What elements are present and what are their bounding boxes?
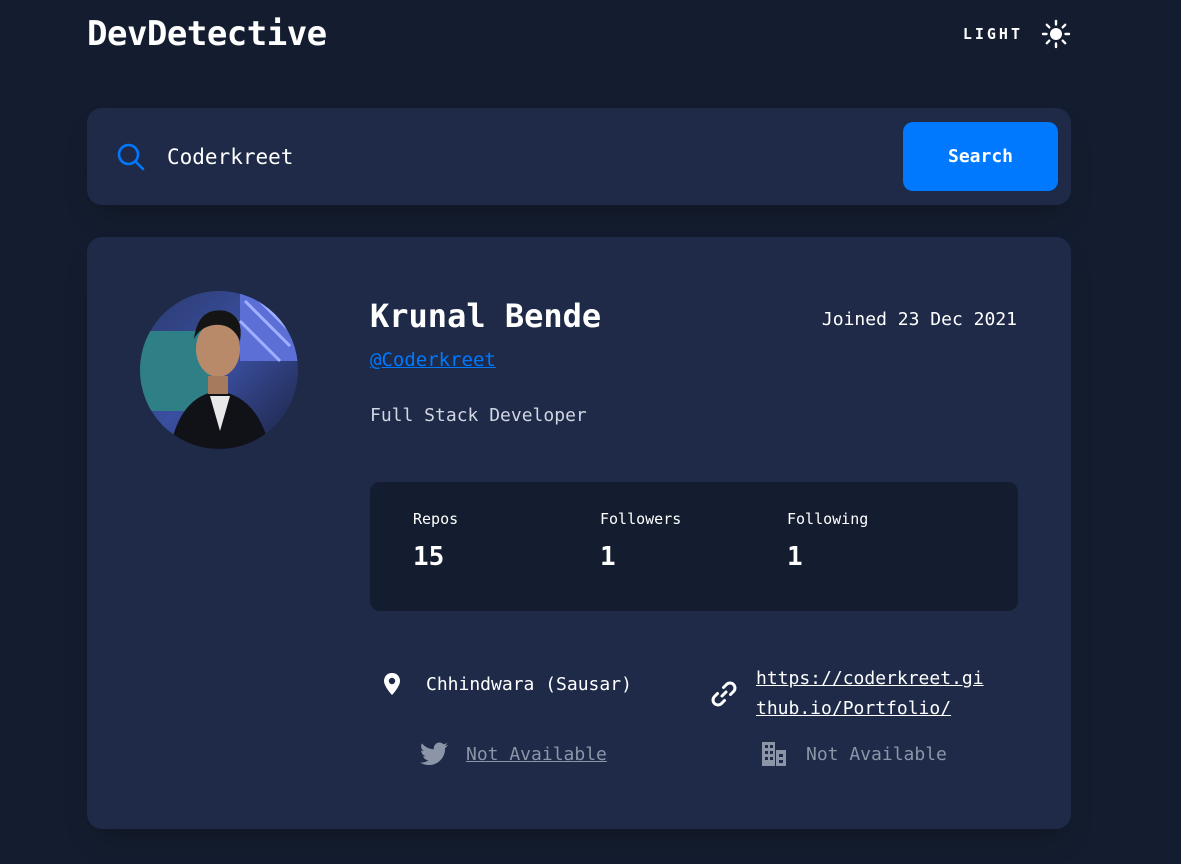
website-link-line-1[interactable]: https://coderkreet.gi [756,664,984,694]
search-icon [117,143,145,171]
twitter-text: Not Available [466,743,607,765]
profile-name: Krunal Bende [370,297,602,335]
theme-toggle-label: LIGHT [962,25,1023,43]
company-item: Not Available [760,740,947,768]
website-item[interactable]: https://coderkreet.gi thub.io/Portfolio/ [710,664,984,724]
location-pin-icon [384,673,400,695]
stat-repos-value: 15 [413,542,445,572]
search-bar: Search [87,108,1071,205]
profile-links: Chhindwara (Sausar) https://coderkreet.g… [370,662,1018,782]
app-logo: DevDetective [87,14,327,54]
avatar-image [140,291,298,449]
stat-following-value: 1 [787,542,803,572]
stats-panel: Repos 15 Followers 1 Following 1 [370,482,1018,611]
stat-followers-value: 1 [600,542,616,572]
sun-icon [1041,19,1071,49]
theme-toggle[interactable]: LIGHT [963,16,1071,52]
company-text: Not Available [806,743,947,765]
profile-card: Krunal Bende Joined 23 Dec 2021 @Coderkr… [87,237,1071,829]
building-icon [762,742,786,766]
joined-date: Joined 23 Dec 2021 [821,309,1017,330]
twitter-icon [420,742,448,766]
location-item: Chhindwara (Sausar) [380,672,632,696]
stat-following-label: Following [787,510,869,528]
avatar [140,291,298,449]
stat-repos: Repos 15 [413,510,458,572]
search-button[interactable]: Search [903,122,1058,191]
stat-repos-label: Repos [413,510,459,528]
link-icon [711,681,737,707]
search-input[interactable] [167,136,867,178]
stat-followers: Followers 1 [600,510,681,572]
location-text: Chhindwara (Sausar) [426,673,632,695]
app-header: DevDetective LIGHT [87,14,1071,58]
stat-followers-label: Followers [600,510,682,528]
stat-following: Following 1 [787,510,868,572]
profile-bio: Full Stack Developer [370,405,587,426]
website-link-line-2[interactable]: thub.io/Portfolio/ [756,694,984,724]
twitter-item: Not Available [420,742,607,766]
profile-username-link[interactable]: @Coderkreet [370,349,496,371]
